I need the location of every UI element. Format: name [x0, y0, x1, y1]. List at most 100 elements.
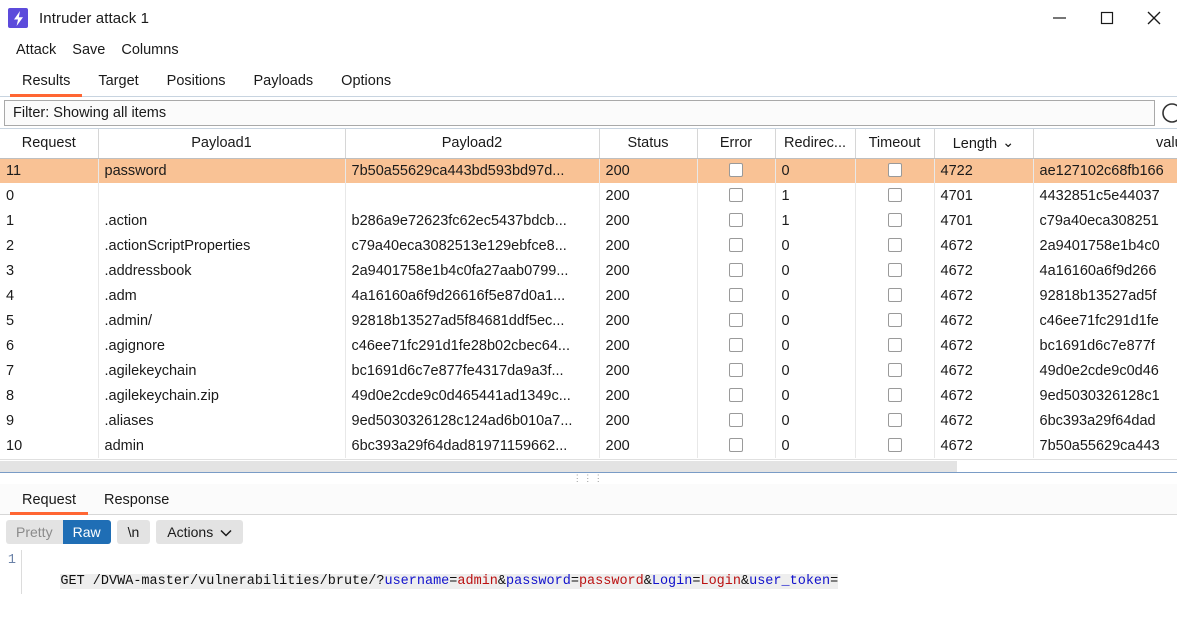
circle-icon[interactable]: [1159, 100, 1177, 126]
checkbox-icon[interactable]: [887, 437, 902, 452]
tab-options[interactable]: Options: [327, 68, 405, 96]
cell-error: [697, 158, 776, 183]
table-row[interactable]: 9 .aliases 9ed5030326128c124ad6b010a7... 20…: [0, 408, 1177, 433]
checkbox-icon[interactable]: [887, 412, 902, 427]
actions-button[interactable]: Actions: [156, 519, 244, 544]
checkbox-icon[interactable]: [729, 387, 743, 402]
checkbox-icon[interactable]: [887, 287, 902, 302]
checkbox-icon[interactable]: [729, 262, 743, 277]
pretty-button[interactable]: Pretty: [6, 520, 63, 544]
tab-positions[interactable]: Positions: [153, 68, 240, 96]
scrollbar-thumb[interactable]: [0, 461, 957, 472]
table-horizontal-scrollbar[interactable]: [0, 459, 1177, 472]
cell-error: [697, 283, 776, 308]
cell-length: 4672: [934, 408, 1034, 433]
checkbox-icon[interactable]: [729, 412, 743, 427]
checkbox-icon[interactable]: [729, 337, 743, 352]
checkbox-icon[interactable]: [887, 387, 902, 402]
cell-value: 2a9401758e1b4c0: [1033, 233, 1177, 258]
column-header-timeout[interactable]: Timeout: [855, 129, 935, 159]
menu-bar: Attack Save Columns: [0, 36, 1177, 64]
cell-error: [697, 308, 776, 333]
checkbox-icon[interactable]: [887, 187, 902, 202]
cell-request: 10: [0, 433, 99, 458]
table-row[interactable]: 10 admin 6bc393a29f64dad81971159662... 200 0…: [0, 433, 1177, 458]
column-header-error[interactable]: Error: [697, 129, 776, 159]
cell-payload1: .action: [98, 208, 346, 233]
menu-item-attack[interactable]: Attack: [8, 40, 64, 60]
checkbox-icon[interactable]: [887, 162, 902, 177]
checkbox-icon[interactable]: [729, 212, 743, 227]
checkbox-icon[interactable]: [887, 312, 902, 327]
cell-status: 200: [599, 308, 698, 333]
tab-results[interactable]: Results: [8, 68, 84, 97]
column-header-payload2[interactable]: Payload2: [345, 129, 600, 159]
menu-item-columns[interactable]: Columns: [113, 40, 186, 60]
cell-request: 7: [0, 358, 99, 383]
cell-payload1: .agilekeychain.zip: [98, 383, 346, 408]
panel-splitter[interactable]: ⋮⋮⋮: [0, 472, 1177, 484]
table-row[interactable]: 3 .addressbook 2a9401758e1b4c0fa27aab0799.…: [0, 258, 1177, 283]
table-row[interactable]: 1 .action b286a9e72623fc62ec5437bdcb... 200…: [0, 208, 1177, 233]
cell-status: 200: [599, 233, 698, 258]
cell-request: 5: [0, 308, 99, 333]
checkbox-icon[interactable]: [887, 337, 902, 352]
cell-value: bc1691d6c7e877f: [1033, 333, 1177, 358]
tab-request[interactable]: Request: [8, 488, 90, 515]
column-header-length[interactable]: Length ⌄: [934, 129, 1034, 159]
cell-payload1: .admin/: [98, 308, 346, 333]
checkbox-icon[interactable]: [729, 437, 743, 452]
cell-request: 2: [0, 233, 99, 258]
cell-timeout: [855, 358, 935, 383]
menu-item-save[interactable]: Save: [64, 40, 113, 60]
table-row[interactable]: 7 .agilekeychain bc1691d6c7e877fe4317da9a3…: [0, 358, 1177, 383]
column-header-redirect[interactable]: Redirec...: [775, 129, 856, 159]
request-code-view[interactable]: 1 GET /DVWA-master/vulnerabilities/brute…: [0, 548, 1177, 594]
table-row[interactable]: 2 .actionScriptProperties c79a40eca3082513…: [0, 233, 1177, 258]
tab-target[interactable]: Target: [84, 68, 152, 96]
column-header-value[interactable]: value=': [1033, 129, 1177, 159]
cell-timeout: [855, 208, 935, 233]
raw-button[interactable]: Raw: [62, 519, 111, 544]
close-icon[interactable]: [1130, 0, 1177, 36]
checkbox-icon[interactable]: [887, 237, 902, 252]
checkbox-icon[interactable]: [887, 362, 902, 377]
cell-payload1: [98, 183, 346, 208]
maximize-icon[interactable]: [1083, 0, 1130, 36]
checkbox-icon[interactable]: [887, 262, 902, 277]
cell-redirect: 0: [775, 258, 856, 283]
cell-timeout: [855, 258, 935, 283]
cell-payload2: 92818b13527ad5f84681ddf5ec...: [345, 308, 600, 333]
checkbox-icon[interactable]: [729, 187, 743, 202]
column-header-payload1[interactable]: Payload1: [98, 129, 346, 159]
cell-length: 4672: [934, 258, 1034, 283]
cell-request: 3: [0, 258, 99, 283]
checkbox-icon[interactable]: [729, 162, 743, 177]
minimize-icon[interactable]: [1036, 0, 1083, 36]
table-row[interactable]: 4 .adm 4a16160a6f9d26616f5e87d0a1... 200 0 46…: [0, 283, 1177, 308]
chevron-down-icon: ⌄: [1002, 134, 1015, 151]
table-row[interactable]: 5 .admin/92818b13527ad5f84681ddf5ec... 200…: [0, 308, 1177, 333]
results-table-container[interactable]: Request Payload1 Payload2 Status Error R…: [0, 129, 1177, 459]
cell-status: 200: [599, 158, 698, 183]
request-line-1: GET /DVWA-master/vulnerabilities/brute/?…: [60, 574, 839, 589]
checkbox-icon[interactable]: [729, 362, 743, 377]
column-header-status[interactable]: Status: [599, 129, 698, 159]
table-row[interactable]: 6 .agignore c46ee71fc291d1fe28b02cbec64...…: [0, 333, 1177, 358]
request-code-content[interactable]: GET /DVWA-master/vulnerabilities/brute/?…: [22, 550, 1177, 594]
checkbox-icon[interactable]: [729, 287, 743, 302]
table-row[interactable]: 8 .agilekeychain.zip 49d0e2cde9c0d465441ad…: [0, 383, 1177, 408]
newline-button[interactable]: \n: [116, 519, 151, 544]
column-header-request[interactable]: Request: [0, 129, 99, 159]
table-row[interactable]: 0 200 1 4701 4432851c5e44037: [0, 183, 1177, 208]
tab-payloads[interactable]: Payloads: [240, 68, 328, 96]
tab-response[interactable]: Response: [90, 488, 183, 514]
filter-input[interactable]: Filter: Showing all items: [4, 99, 1155, 126]
checkbox-icon[interactable]: [729, 312, 743, 327]
cell-timeout: [855, 283, 935, 308]
checkbox-icon[interactable]: [887, 212, 902, 227]
cell-status: 200: [599, 283, 698, 308]
window-controls: [1036, 0, 1177, 36]
checkbox-icon[interactable]: [729, 237, 743, 252]
table-row[interactable]: 11 password 7b50a55629ca443bd593bd97d... 20…: [0, 158, 1177, 183]
